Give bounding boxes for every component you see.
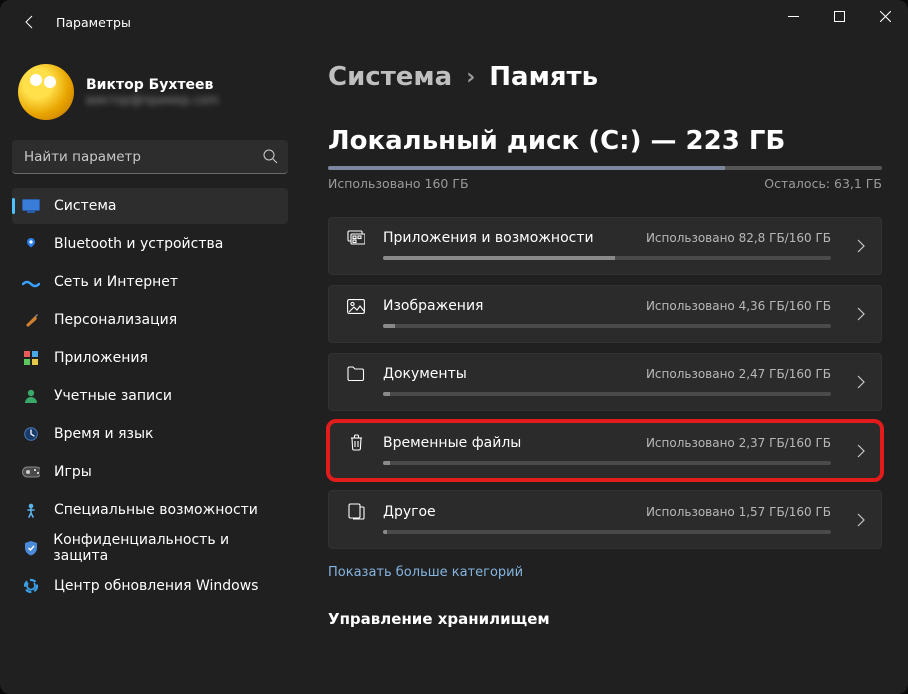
accessibility-icon (22, 501, 40, 519)
category-label: Временные файлы (383, 435, 630, 451)
back-button[interactable] (12, 4, 48, 40)
sidebar-item-label: Bluetooth и устройства (54, 236, 223, 252)
personalization-icon (22, 311, 40, 329)
privacy-icon (22, 539, 39, 557)
profile-name: Виктор Бухтеев (86, 77, 219, 93)
sidebar-item-accessibility[interactable]: Специальные возможности (12, 492, 288, 528)
chevron-right-icon (857, 239, 865, 253)
category-label: Документы (383, 366, 630, 382)
apps-icon (22, 349, 40, 367)
main-panel: Система › Память Локальный диск (C:) — 2… (300, 44, 908, 694)
category-label: Приложения и возможности (383, 230, 630, 246)
sidebar-item-label: Учетные записи (54, 388, 172, 404)
app-title: Параметры (56, 15, 131, 30)
gaming-icon (22, 463, 40, 481)
window-controls (770, 0, 908, 32)
sidebar-item-apps[interactable]: Приложения (12, 340, 288, 376)
category-bar-fill (383, 461, 390, 465)
sidebar-item-time-language[interactable]: Время и язык (12, 416, 288, 452)
windows-update-icon (22, 577, 40, 595)
sidebar-item-label: Время и язык (54, 426, 153, 442)
trash-icon (345, 434, 367, 451)
disk-title: Локальный диск (C:) — 223 ГБ (328, 126, 882, 156)
other-icon (345, 503, 367, 520)
category-bar-fill (383, 530, 387, 534)
titlebar: Параметры (0, 0, 908, 44)
sidebar-item-privacy[interactable]: Конфиденциальность и защита (12, 530, 288, 566)
accounts-icon (22, 387, 40, 405)
category-bar (383, 392, 831, 396)
category-documents[interactable]: Документы Использовано 2,47 ГБ/160 ГБ (328, 353, 882, 411)
category-usage: Использовано 2,47 ГБ/160 ГБ (646, 367, 831, 381)
category-usage: Использовано 82,8 ГБ/160 ГБ (646, 231, 831, 245)
breadcrumb-root[interactable]: Система (328, 62, 452, 92)
system-icon (22, 197, 40, 215)
category-label: Изображения (383, 298, 630, 314)
category-bar-fill (383, 392, 390, 396)
nav-list: Система Bluetooth и устройства Сеть и Инте… (12, 188, 288, 604)
category-bar-fill (383, 256, 615, 260)
sidebar-item-windows-update[interactable]: Центр обновления Windows (12, 568, 288, 604)
category-bar (383, 256, 831, 260)
disk-meta: Использовано 160 ГБ Осталось: 63,1 ГБ (328, 176, 882, 191)
search-input[interactable] (12, 140, 288, 174)
bluetooth-icon (22, 235, 40, 253)
category-bar-fill (383, 324, 395, 328)
sidebar: Виктор Бухтеев виктор@пример.com Система… (0, 44, 300, 694)
search-box (12, 140, 288, 174)
sidebar-item-system[interactable]: Система (12, 188, 288, 224)
maximize-button[interactable] (816, 0, 862, 32)
disk-free-label: Осталось: 63,1 ГБ (764, 176, 882, 191)
category-apps-features[interactable]: Приложения и возможности Использовано 82,… (328, 217, 882, 275)
sidebar-item-label: Система (54, 198, 116, 214)
category-usage: Использовано 1,57 ГБ/160 ГБ (646, 505, 831, 519)
sidebar-item-label: Игры (54, 464, 92, 480)
search-icon (262, 148, 278, 164)
category-pictures[interactable]: Изображения Использовано 4,36 ГБ/160 ГБ (328, 285, 882, 343)
category-usage: Использовано 4,36 ГБ/160 ГБ (646, 299, 831, 313)
sidebar-item-label: Центр обновления Windows (54, 578, 258, 594)
avatar (18, 64, 74, 120)
chevron-right-icon (857, 375, 865, 389)
network-icon (22, 273, 40, 291)
chevron-right-icon (857, 513, 865, 527)
section-header-storage-management: Управление хранилищем (328, 610, 882, 628)
sidebar-item-label: Персонализация (54, 312, 177, 328)
category-bar (383, 461, 831, 465)
sidebar-item-bluetooth[interactable]: Bluetooth и устройства (12, 226, 288, 262)
disk-usage-bar (328, 166, 882, 170)
profile-email: виктор@пример.com (86, 93, 219, 107)
category-temp-files[interactable]: Временные файлы Использовано 2,37 ГБ/160 … (328, 421, 882, 480)
minimize-button[interactable] (770, 0, 816, 32)
breadcrumb: Система › Память (328, 44, 882, 92)
chevron-right-icon (857, 444, 865, 458)
profile-block[interactable]: Виктор Бухтеев виктор@пример.com (12, 44, 288, 136)
documents-icon (345, 366, 367, 382)
sidebar-item-label: Сеть и Интернет (54, 274, 178, 290)
disk-used-label: Использовано 160 ГБ (328, 176, 469, 191)
sidebar-item-label: Конфиденциальность и защита (53, 532, 278, 564)
sidebar-item-accounts[interactable]: Учетные записи (12, 378, 288, 414)
category-bar (383, 324, 831, 328)
sidebar-item-personalization[interactable]: Персонализация (12, 302, 288, 338)
sidebar-item-label: Приложения (54, 350, 148, 366)
chevron-right-icon: › (466, 65, 475, 90)
disk-usage-fill (328, 166, 725, 170)
time-language-icon (22, 425, 40, 443)
category-label: Другое (383, 504, 630, 520)
category-usage: Использовано 2,37 ГБ/160 ГБ (646, 436, 831, 450)
category-bar (383, 530, 831, 534)
chevron-right-icon (857, 307, 865, 321)
category-list: Приложения и возможности Использовано 82,… (328, 217, 882, 549)
sidebar-item-label: Специальные возможности (54, 502, 258, 518)
close-button[interactable] (862, 0, 908, 32)
pictures-icon (345, 299, 367, 314)
apps-features-icon (345, 230, 367, 246)
breadcrumb-current: Память (489, 62, 598, 92)
show-more-link[interactable]: Показать больше категорий (328, 565, 523, 580)
sidebar-item-gaming[interactable]: Игры (12, 454, 288, 490)
category-other[interactable]: Другое Использовано 1,57 ГБ/160 ГБ (328, 490, 882, 549)
sidebar-item-network[interactable]: Сеть и Интернет (12, 264, 288, 300)
